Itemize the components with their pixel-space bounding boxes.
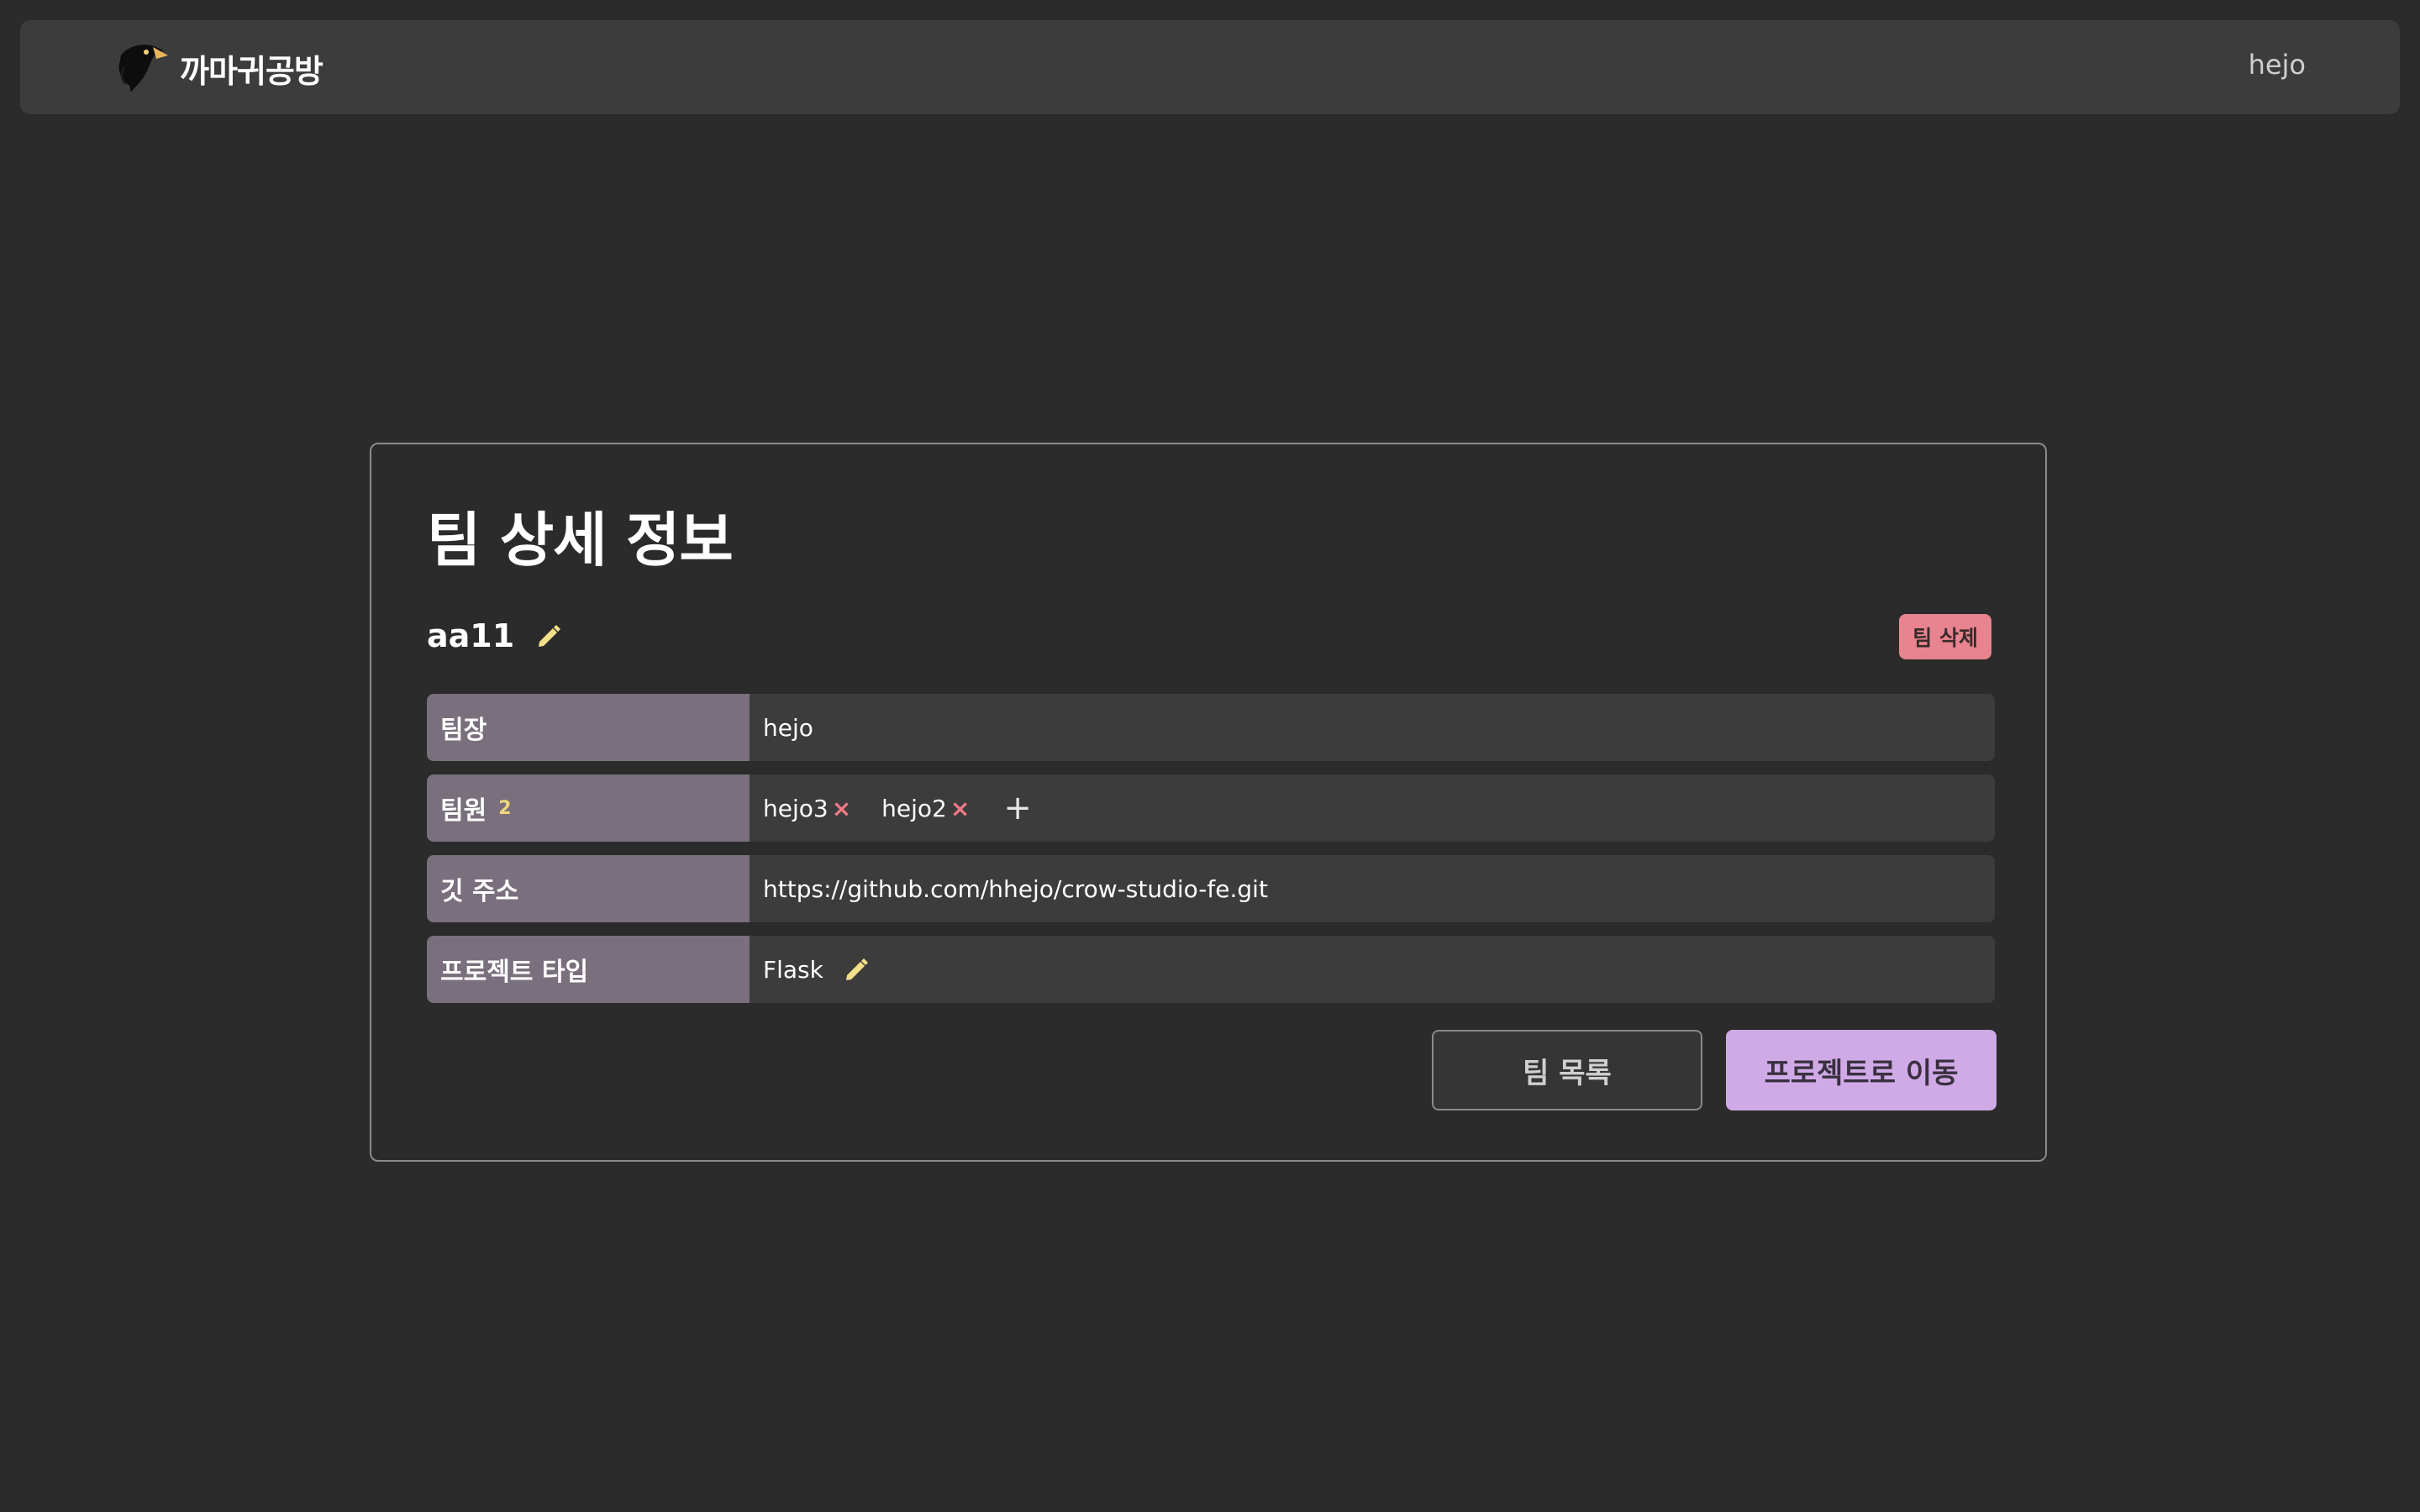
info-row-project-type: 프로젝트 타입 Flask bbox=[427, 936, 1995, 1003]
member-name: hejo2 bbox=[881, 794, 947, 822]
member-chip: hejo3 × bbox=[763, 795, 851, 822]
crow-logo-icon bbox=[118, 45, 168, 92]
members-label: 팀원 2 bbox=[427, 774, 750, 842]
project-type-label-text: 프로젝트 타입 bbox=[440, 958, 589, 987]
brand-name: 까마귀공방 bbox=[180, 52, 324, 90]
leader-label-text: 팀장 bbox=[440, 716, 487, 745]
members-label-text: 팀원 bbox=[440, 796, 487, 826]
edit-project-type-pencil-icon[interactable] bbox=[842, 955, 871, 984]
leader-label: 팀장 bbox=[427, 694, 750, 761]
go-to-project-button[interactable]: 프로젝트로 이동 bbox=[1726, 1030, 1996, 1110]
edit-team-name-pencil-icon[interactable] bbox=[534, 622, 563, 650]
top-navigation-bar: 까마귀공방 hejo bbox=[20, 20, 2400, 114]
team-name-row: aa11 bbox=[427, 612, 563, 659]
git-label-text: 깃 주소 bbox=[440, 877, 519, 906]
brand-home-link[interactable]: 까마귀공방 bbox=[113, 39, 324, 97]
member-name: hejo3 bbox=[763, 794, 829, 822]
project-type-text: Flask bbox=[763, 955, 823, 984]
team-detail-card: 팀 상세 정보 aa11 팀 삭제 팀장 hejo 팀원 2 hejo3 × h… bbox=[370, 443, 2047, 1162]
project-type-wrapper: Flask bbox=[763, 955, 871, 984]
page-title: 팀 상세 정보 bbox=[427, 506, 734, 575]
git-url-value: https://github.com/hhejo/crow-studio-fe.… bbox=[750, 855, 1995, 922]
remove-member-icon[interactable]: × bbox=[832, 795, 851, 822]
git-label: 깃 주소 bbox=[427, 855, 750, 922]
team-name: aa11 bbox=[427, 617, 515, 654]
project-type-value: Flask bbox=[750, 936, 1995, 1003]
members-count-badge: 2 bbox=[498, 797, 512, 819]
member-chip: hejo2 × bbox=[881, 795, 970, 822]
members-value: hejo3 × hejo2 × + bbox=[750, 774, 1995, 842]
team-list-button[interactable]: 팀 목록 bbox=[1432, 1030, 1702, 1110]
delete-team-button[interactable]: 팀 삭제 bbox=[1899, 614, 1991, 659]
project-type-label: 프로젝트 타입 bbox=[427, 936, 750, 1003]
add-member-plus-icon[interactable]: + bbox=[1003, 791, 1032, 825]
user-menu[interactable]: hejo bbox=[2249, 49, 2306, 81]
remove-member-icon[interactable]: × bbox=[950, 795, 970, 822]
info-row-leader: 팀장 hejo bbox=[427, 694, 1995, 761]
info-row-members: 팀원 2 hejo3 × hejo2 × + bbox=[427, 774, 1995, 842]
info-row-git: 깃 주소 https://github.com/hhejo/crow-studi… bbox=[427, 855, 1995, 922]
leader-value: hejo bbox=[750, 694, 1995, 761]
team-info-table: 팀장 hejo 팀원 2 hejo3 × hejo2 × + 깃 주소 http… bbox=[427, 694, 1995, 1016]
